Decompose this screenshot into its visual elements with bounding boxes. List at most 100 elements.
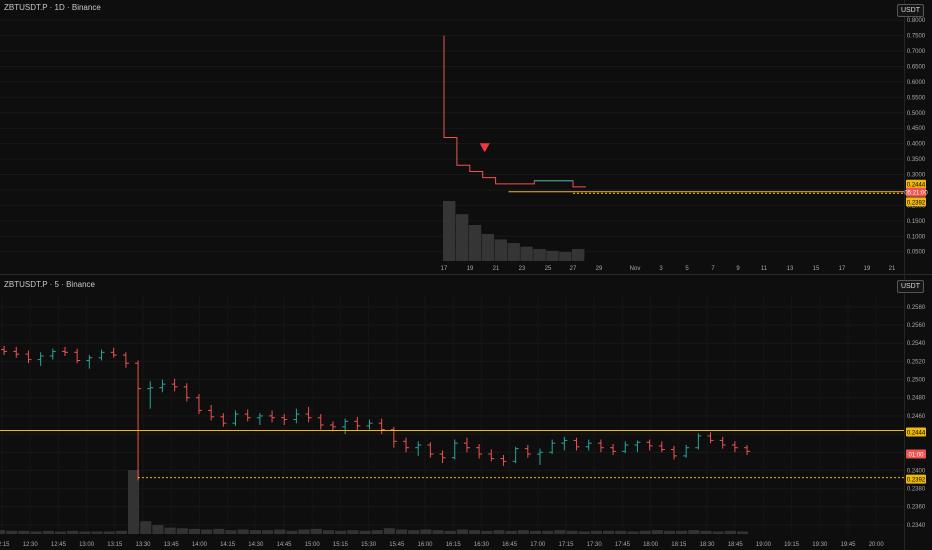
- bottom-x-tick-label: 20:00: [869, 542, 885, 548]
- top-x-tick-label: 23: [519, 266, 526, 272]
- bottom-volume-bar: [18, 530, 30, 534]
- bottom-x-tick-label: 17:30: [587, 542, 603, 548]
- top-y-tick-label: 0.0500: [907, 250, 926, 256]
- bottom-volume-bar: [176, 528, 188, 534]
- bottom-x-tick-label: 17:45: [615, 542, 631, 548]
- top-y-tick-label: 0.5500: [907, 95, 926, 101]
- bottom-volume-bar: [639, 530, 651, 534]
- bottom-price-badge: 0.2444: [907, 430, 926, 436]
- bottom-x-tick-label: 19:15: [784, 542, 800, 548]
- top-y-tick-label: 0.3000: [907, 173, 926, 179]
- bottom-y-tick-label: 0.2560: [907, 323, 926, 329]
- bottom-y-tick-label: 0.2400: [907, 468, 926, 474]
- bottom-volume-bar: [152, 525, 164, 534]
- top-x-tick-label: 13: [787, 266, 794, 272]
- bottom-volume-bar: [383, 528, 395, 534]
- bottom-y-tick-label: 0.2540: [907, 341, 926, 347]
- bottom-volume-bar: [469, 530, 481, 534]
- top-volume-bar: [468, 225, 482, 261]
- bottom-x-tick-label: 15:15: [333, 542, 349, 548]
- bottom-volume-bar: [456, 529, 469, 534]
- bottom-volume-bar: [6, 530, 18, 534]
- top-x-tick-label: 25: [545, 266, 552, 272]
- bottom-x-tick-label: 13:00: [79, 542, 95, 548]
- bottom-volume-bar: [188, 528, 201, 534]
- bottom-volume-bar: [274, 529, 286, 534]
- bottom-volume-bar: [724, 530, 736, 534]
- bottom-volume-bar: [481, 530, 493, 534]
- bottom-x-tick-label: 14:30: [248, 542, 264, 548]
- bottom-volume-bar: [700, 530, 712, 534]
- bottom-x-tick-label: 15:45: [389, 542, 405, 548]
- bottom-y-tick-label: 0.2380: [907, 487, 926, 493]
- bottom-volume-bar: [261, 530, 274, 534]
- bottom-y-tick-label: 0.2580: [907, 305, 926, 311]
- bottom-x-tick-label: 12:45: [51, 542, 67, 548]
- bottom-volume-bar: [213, 528, 225, 534]
- top-currency-button[interactable]: USDT: [896, 4, 924, 17]
- top-x-tick-label: 11: [761, 266, 768, 272]
- top-volume-bar: [507, 243, 520, 261]
- top-volume-bar: [520, 246, 533, 261]
- top-x-tick-label: 27: [570, 266, 577, 272]
- bottom-volume-bar: [67, 530, 79, 534]
- bottom-x-tick-label: 15:00: [305, 542, 321, 548]
- top-volume-bar: [481, 234, 495, 261]
- bottom-x-tick-label: 14:00: [192, 542, 208, 548]
- bottom-x-tick-label: 12:15: [0, 542, 10, 548]
- top-y-tick-label: 0.5000: [907, 111, 926, 117]
- top-volume-bar: [494, 239, 507, 261]
- bottom-x-tick-label: 14:15: [220, 542, 236, 548]
- top-y-tick-label: 0.6500: [907, 64, 926, 70]
- bottom-volume-bar: [420, 529, 432, 534]
- bottom-volume-bar: [371, 530, 383, 534]
- bottom-volume-bar: [736, 531, 749, 534]
- top-countdown-badge: 05:21:00: [904, 191, 928, 197]
- bottom-volume-bar: [554, 530, 566, 534]
- top-volume-bar: [559, 252, 572, 261]
- bottom-y-tick-label: 0.2460: [907, 414, 926, 420]
- bottom-volume-bar: [493, 530, 505, 534]
- chart-canvas[interactable]: 0.8000 0.7500 0.7000 0.6500 0.6000 0.5500 0.50…: [0, 0, 932, 550]
- bottom-volume-bar: [322, 530, 335, 534]
- bottom-y-tick-label: 0.2520: [907, 359, 926, 365]
- bottom-countdown-badge: 01:00: [908, 452, 924, 458]
- bottom-volume-bar: [115, 530, 127, 534]
- top-x-tick-label: 17: [441, 266, 448, 272]
- bottom-currency-button[interactable]: USDT: [896, 280, 924, 293]
- bottom-volume-bar: [347, 530, 359, 534]
- bottom-volume-bar: [578, 531, 590, 534]
- bottom-x-tick-label: 15:30: [361, 542, 377, 548]
- bottom-volume-bar: [335, 530, 347, 534]
- bottom-volume-bar: [627, 531, 639, 534]
- bottom-x-tick-label: 16:45: [502, 542, 518, 548]
- bottom-price-badge-low: 0.2392: [907, 478, 926, 484]
- bottom-x-tick-label: 16:00: [417, 542, 433, 548]
- bottom-x-tick-label: 18:00: [643, 542, 659, 548]
- top-x-tick-label: 17: [839, 266, 846, 272]
- top-x-tick-label: 19: [864, 266, 871, 272]
- top-y-tick-label: 0.8000: [907, 18, 926, 24]
- bottom-volume-bar: [590, 530, 602, 534]
- bottom-volume-bar: [225, 530, 237, 534]
- top-x-tick-label: 21: [889, 266, 896, 272]
- top-pane-title: ZBTUSDT.P · 1D · Binance: [4, 3, 101, 12]
- bottom-x-tick-label: 19:00: [756, 542, 772, 548]
- bottom-volume-bar: [712, 531, 724, 534]
- top-y-tick-label: 0.7000: [907, 49, 926, 55]
- bottom-volume-bar: [0, 530, 6, 534]
- top-x-tick-label: 29: [596, 266, 603, 272]
- bottom-volume-bar: [408, 530, 420, 534]
- bottom-x-tick-label: 19:30: [812, 542, 828, 548]
- bottom-x-tick-label: 13:15: [107, 542, 123, 548]
- bottom-x-tick-label: 16:15: [446, 542, 462, 548]
- bottom-volume-bar: [615, 530, 627, 534]
- bottom-volume-bar: [395, 529, 408, 534]
- top-y-tick-label: 0.7500: [907, 34, 926, 40]
- bottom-x-tick-label: 12:30: [23, 542, 39, 548]
- bottom-volume-bar: [54, 531, 67, 534]
- bottom-volume-bar: [201, 529, 213, 534]
- bottom-volume-bar: [286, 530, 298, 534]
- bottom-volume-bar: [164, 527, 176, 534]
- bottom-x-tick-label: 19:45: [840, 542, 856, 548]
